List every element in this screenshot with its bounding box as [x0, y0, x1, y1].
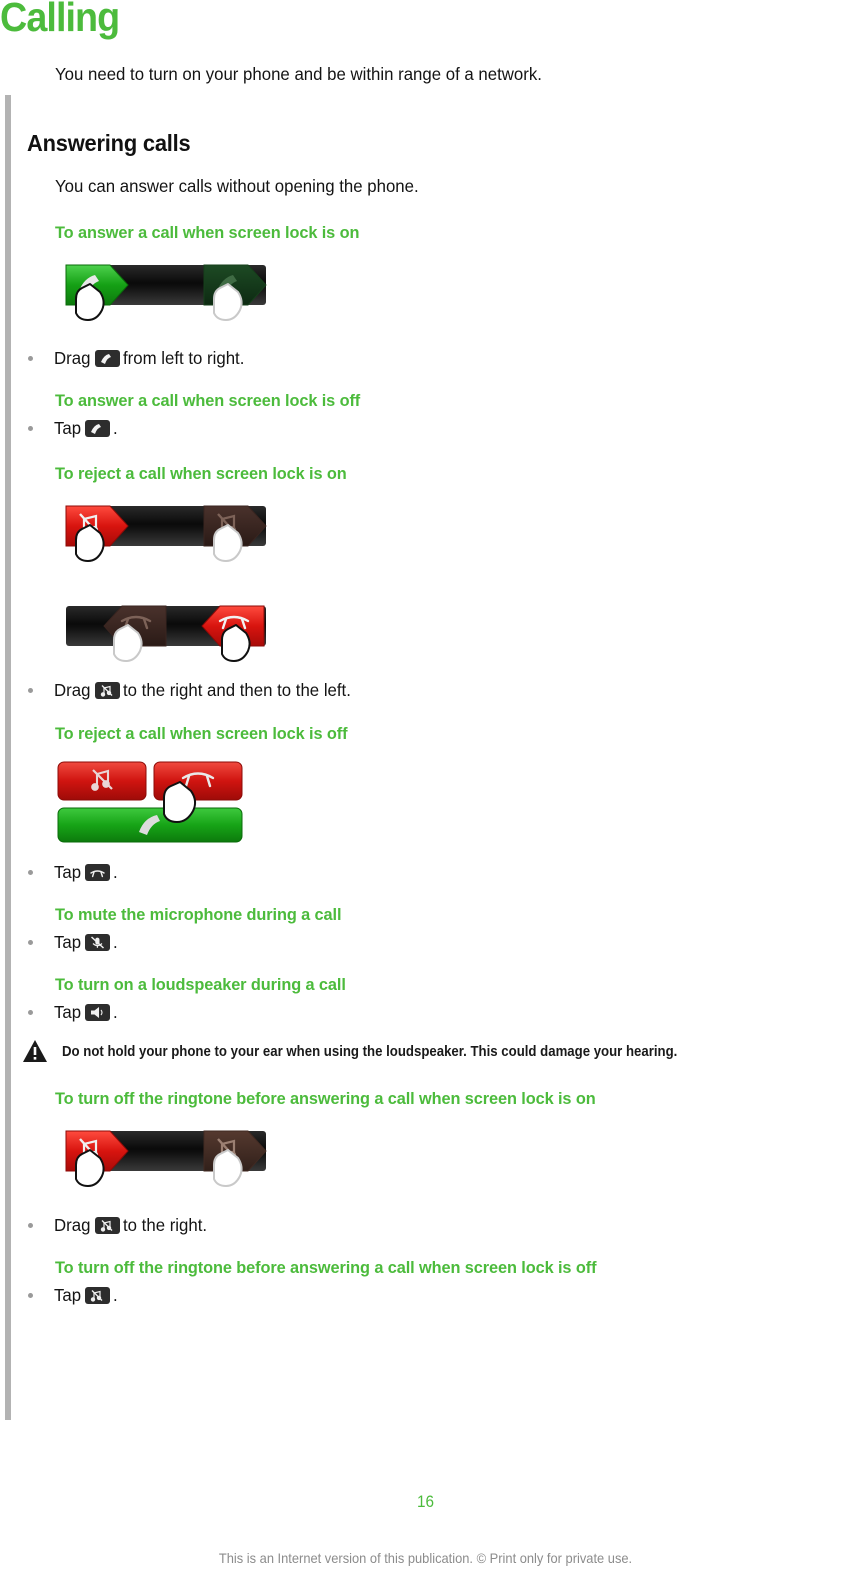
- footer-notice: This is an Internet version of this publ…: [218, 1550, 633, 1566]
- procedure-heading-ringtone-off-lock-on: To turn off the ringtone before answerin…: [55, 1089, 596, 1108]
- bullet-marker: [28, 355, 33, 361]
- page-content: You need to turn on your phone and be wi…: [0, 62, 851, 1306]
- bullet-marker: [28, 869, 33, 875]
- manual-page: Calling You need to turn on your phone a…: [0, 0, 851, 1587]
- illustration-slider-silence-drag-right: [52, 1123, 851, 1206]
- illustration-slider-answer-drag-right: [52, 257, 851, 337]
- bullet-marker: [28, 687, 33, 693]
- section-intro-paragraph: You can answer calls without opening the…: [55, 176, 419, 196]
- step-prefix: Tap: [54, 418, 82, 438]
- illustration-slider-silence-then-reject: [52, 498, 851, 671]
- warning-note-text: Do not hold your phone to your ear when …: [62, 1042, 678, 1060]
- loudspeaker-icon: [85, 1003, 111, 1021]
- step-prefix: Tap: [54, 932, 82, 952]
- page-number: 16: [416, 1492, 435, 1511]
- silence-ringtone-icon: [94, 681, 120, 699]
- procedure-heading-reject-lock-off: To reject a call when screen lock is off: [55, 724, 348, 743]
- step-suffix: .: [113, 932, 118, 952]
- mute-microphone-icon: [85, 933, 111, 951]
- procedure-heading-loudspeaker: To turn on a loudspeaker during a call: [55, 975, 346, 994]
- step-reject-lock-off: Tap .: [28, 861, 851, 883]
- procedure-heading-reject-lock-on: To reject a call when screen lock is on: [55, 464, 347, 483]
- section-heading-answering-calls: Answering calls: [27, 130, 191, 156]
- procedure-heading-answer-lock-off: To answer a call when screen lock is off: [55, 391, 361, 410]
- illustration-buttons-silence-reject-answer: [52, 758, 851, 853]
- procedure-heading-answer-lock-on: To answer a call when screen lock is on: [55, 223, 360, 242]
- silence-ringtone-icon: [85, 1286, 111, 1304]
- step-reject-lock-on: Drag to the right and then to the left.: [28, 679, 851, 701]
- intro-paragraph: You need to turn on your phone and be wi…: [55, 64, 542, 84]
- warning-triangle-icon: [23, 1040, 47, 1062]
- silence-ringtone-icon: [94, 1216, 120, 1234]
- step-prefix: Drag: [54, 680, 91, 700]
- bullet-marker: [28, 1292, 33, 1298]
- step-suffix: .: [113, 862, 118, 882]
- step-prefix: Drag: [54, 348, 91, 368]
- step-answer-lock-on: Drag from left to right.: [28, 347, 851, 369]
- step-prefix: Drag: [54, 1215, 91, 1235]
- procedure-heading-mute-microphone: To mute the microphone during a call: [55, 905, 342, 924]
- bullet-marker: [28, 425, 33, 431]
- step-answer-lock-off: Tap .: [28, 417, 851, 439]
- step-loudspeaker: Tap .: [28, 1001, 851, 1023]
- step-suffix: .: [113, 418, 118, 438]
- step-suffix: .: [113, 1002, 118, 1022]
- answer-call-icon: [85, 419, 111, 437]
- bullet-marker: [28, 1222, 33, 1228]
- step-prefix: Tap: [54, 1002, 82, 1022]
- step-ringtone-off-lock-off: Tap .: [28, 1284, 851, 1306]
- bullet-marker: [28, 1009, 33, 1015]
- step-ringtone-off-lock-on: Drag to the right.: [28, 1214, 851, 1236]
- step-mute-microphone: Tap .: [28, 931, 851, 953]
- step-prefix: Tap: [54, 1285, 82, 1305]
- step-suffix: to the right.: [122, 1215, 207, 1235]
- bullet-marker: [28, 939, 33, 945]
- step-suffix: to the right and then to the left.: [122, 680, 351, 700]
- answer-call-icon: [94, 349, 120, 367]
- step-suffix: from left to right.: [122, 348, 245, 368]
- step-suffix: .: [113, 1285, 118, 1305]
- procedure-heading-ringtone-off-lock-off: To turn off the ringtone before answerin…: [55, 1258, 597, 1277]
- end-call-icon: [85, 863, 111, 881]
- page-title: Calling: [0, 0, 120, 40]
- warning-note: Do not hold your phone to your ear when …: [22, 1039, 851, 1063]
- step-prefix: Tap: [54, 862, 82, 882]
